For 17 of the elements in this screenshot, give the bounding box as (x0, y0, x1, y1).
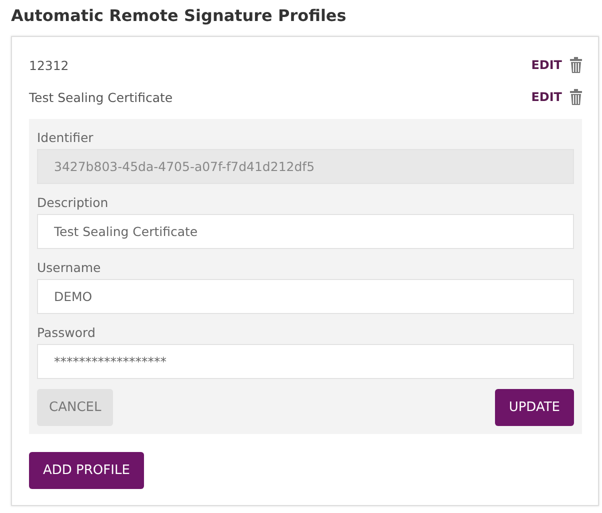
profile-name: 12312 (29, 58, 70, 72)
field-label: Identifier (37, 128, 94, 146)
profile-name: Test Sealing Certificate (29, 90, 174, 104)
trash-icon[interactable] (570, 89, 582, 105)
edit-link[interactable]: EDIT (531, 90, 562, 104)
section-title: Automatic Remote Signature Profiles (11, 6, 348, 25)
cancel-button[interactable]: CANCEL (37, 389, 114, 426)
field-label: Password (37, 324, 96, 342)
field-label: Description (37, 194, 110, 212)
add-profile-button[interactable]: ADD PROFILE (29, 452, 144, 489)
input-field[interactable]: Test Sealing Certificate (37, 214, 574, 249)
input-field[interactable]: ****************** (37, 344, 574, 379)
input-field[interactable]: DEMO (37, 279, 574, 314)
field-label: Username (37, 258, 102, 276)
trash-icon[interactable] (570, 57, 582, 73)
edit-link[interactable]: EDIT (531, 58, 562, 72)
update-button[interactable]: UPDATE (494, 389, 574, 426)
